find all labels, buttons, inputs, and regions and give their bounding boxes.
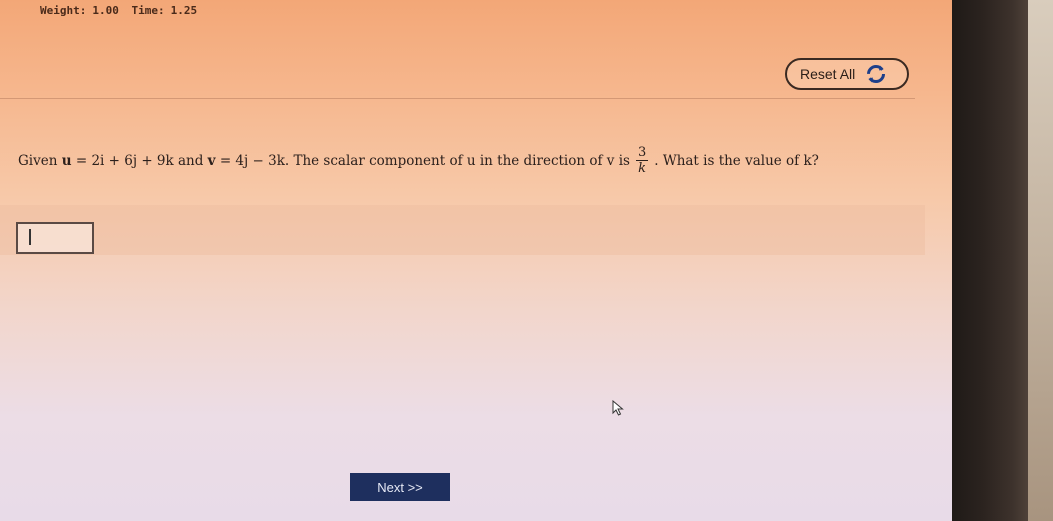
- reset-all-label: Reset All: [800, 66, 856, 82]
- question-mid-text: . The scalar component of u in the direc…: [284, 152, 630, 169]
- answer-input[interactable]: [16, 222, 94, 254]
- fraction-denominator: k: [638, 161, 647, 176]
- weight-label: Weight:: [40, 4, 87, 17]
- question-given: Given: [18, 152, 58, 169]
- question-end-text: . What is the value of k?: [654, 152, 819, 169]
- weight-value: 1.00: [92, 4, 119, 17]
- time-value: 1.25: [170, 4, 198, 17]
- screen: Weight: 1.00 Time: 1.25 Reset All Given u …: [0, 0, 1053, 521]
- fraction: 3 k: [635, 145, 649, 176]
- refresh-icon: [865, 63, 887, 85]
- question-and: and: [177, 152, 204, 169]
- answer-area: [0, 205, 925, 255]
- vector-v: v: [207, 152, 216, 169]
- header-divider: [0, 98, 915, 99]
- vector-v-expression: = 4j − 3k: [219, 152, 285, 169]
- question-meta: Weight: 1.00 Time: 1.25: [40, 4, 203, 17]
- background-wall: [1028, 0, 1053, 521]
- question-text: Given u = 2i + 6j + 9k and v = 4j − 3k. …: [18, 146, 898, 175]
- text-caret: [29, 229, 31, 245]
- reset-all-button[interactable]: Reset All: [785, 58, 909, 90]
- fraction-numerator: 3: [635, 145, 649, 161]
- mouse-cursor-icon: [612, 400, 624, 416]
- next-button[interactable]: Next >>: [350, 473, 450, 501]
- vector-u-expression: = 2i + 6j + 9k: [75, 152, 174, 169]
- time-label: Time:: [131, 4, 165, 17]
- vector-u: u: [61, 152, 72, 169]
